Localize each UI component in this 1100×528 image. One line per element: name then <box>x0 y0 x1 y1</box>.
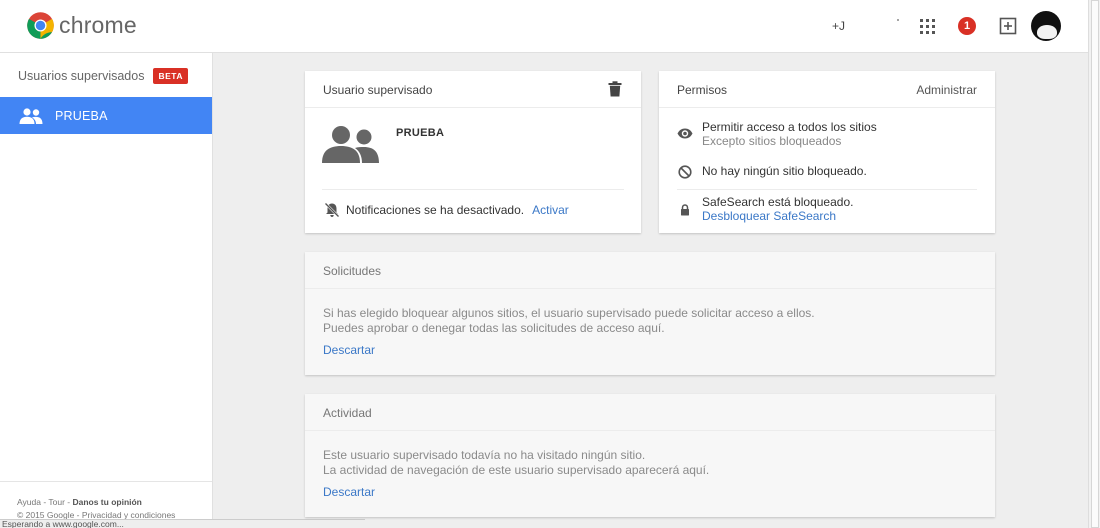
user-card-title: Usuario supervisado <box>323 83 433 97</box>
notifications-row: Notificaciones se ha desactivado. Activa… <box>324 202 569 218</box>
supervised-user-avatar-icon <box>322 126 379 163</box>
top-header: chrome +J 1 <box>0 0 1088 53</box>
activity-description-2: La actividad de navegación de este usuar… <box>323 463 710 477</box>
sidebar-header: Usuarios supervisados BETA <box>18 68 188 84</box>
activity-card-title: Actividad <box>323 406 372 420</box>
dismiss-requests-link[interactable]: Descartar <box>323 343 375 357</box>
help-link[interactable]: Ayuda <box>17 497 41 507</box>
sidebar-item-label: PRUEBA <box>55 108 108 123</box>
allow-all-sites-row: Permitir acceso a todos los sitios Excep… <box>677 120 877 148</box>
share-plus-icon[interactable] <box>999 17 1017 35</box>
requests-description-2: Puedes aprobar o denegar todas las solic… <box>323 321 665 335</box>
activity-card: Actividad Este usuario supervisado todav… <box>305 394 995 517</box>
requests-card-title: Solicitudes <box>323 264 382 278</box>
supervised-user-name: PRUEBA <box>396 127 445 139</box>
status-bar: Esperando a www.google.com... <box>0 519 365 528</box>
permissions-card-title: Permisos <box>677 83 728 97</box>
people-icon <box>19 107 43 124</box>
sidebar: Usuarios supervisados BETA PRUEBA Ayuda … <box>0 53 213 528</box>
notifications-status: Notificaciones se ha desactivado. <box>346 203 525 217</box>
permissions-card: Permisos Administrar Permitir acceso a t… <box>659 71 995 233</box>
beta-badge: BETA <box>153 68 188 84</box>
plus-user-link[interactable]: +J <box>832 19 845 33</box>
eye-icon <box>677 128 693 138</box>
redacted-dot <box>897 19 899 21</box>
no-blocked-sites-text: No hay ningún sitio bloqueado. <box>702 164 867 178</box>
account-avatar[interactable] <box>1031 11 1061 41</box>
tour-link[interactable]: Tour <box>48 497 65 507</box>
block-icon <box>678 165 692 179</box>
activity-description-1: Este usuario supervisado todavía no ha v… <box>323 448 646 462</box>
supervised-user-card: Usuario supervisado PRUEBA Notificacione… <box>305 71 641 233</box>
safesearch-row: SafeSearch está bloqueado. Desbloquear S… <box>677 195 853 223</box>
sidebar-item-prueba[interactable]: PRUEBA <box>0 97 212 134</box>
app-name: chrome <box>59 12 137 38</box>
chrome-logo-icon <box>27 12 54 39</box>
except-blocked-text: Excepto sitios bloqueados <box>702 134 842 148</box>
unlock-safesearch-link[interactable]: Desbloquear SafeSearch <box>702 209 853 223</box>
safesearch-status: SafeSearch está bloqueado. <box>702 195 854 209</box>
blocked-sites-row: No hay ningún sitio bloqueado. <box>677 164 867 180</box>
requests-description-1: Si has elegido bloquear algunos sitios, … <box>323 306 815 320</box>
sidebar-title: Usuarios supervisados <box>18 69 145 83</box>
notifications-off-icon <box>324 202 340 218</box>
requests-card: Solicitudes Si has elegido bloquear algu… <box>305 252 995 375</box>
vertical-scrollbar[interactable] <box>1088 0 1100 528</box>
notifications-badge[interactable]: 1 <box>958 17 976 35</box>
divider <box>322 189 624 190</box>
divider <box>305 430 995 431</box>
delete-trash-icon[interactable] <box>608 81 622 97</box>
manage-permissions-link[interactable]: Administrar <box>916 83 977 97</box>
activate-notifications-link[interactable]: Activar <box>532 203 569 217</box>
feedback-link[interactable]: Danos tu opinión <box>72 497 141 507</box>
apps-grid-icon[interactable] <box>920 19 935 34</box>
divider <box>305 288 995 289</box>
divider <box>305 107 641 108</box>
allow-all-sites-text: Permitir acceso a todos los sitios <box>702 120 877 134</box>
divider <box>677 189 977 190</box>
chrome-logo[interactable]: chrome <box>26 11 137 40</box>
scrollbar-thumb[interactable] <box>1091 0 1099 528</box>
lock-icon <box>681 204 689 216</box>
dismiss-activity-link[interactable]: Descartar <box>323 485 375 499</box>
divider <box>659 107 995 108</box>
